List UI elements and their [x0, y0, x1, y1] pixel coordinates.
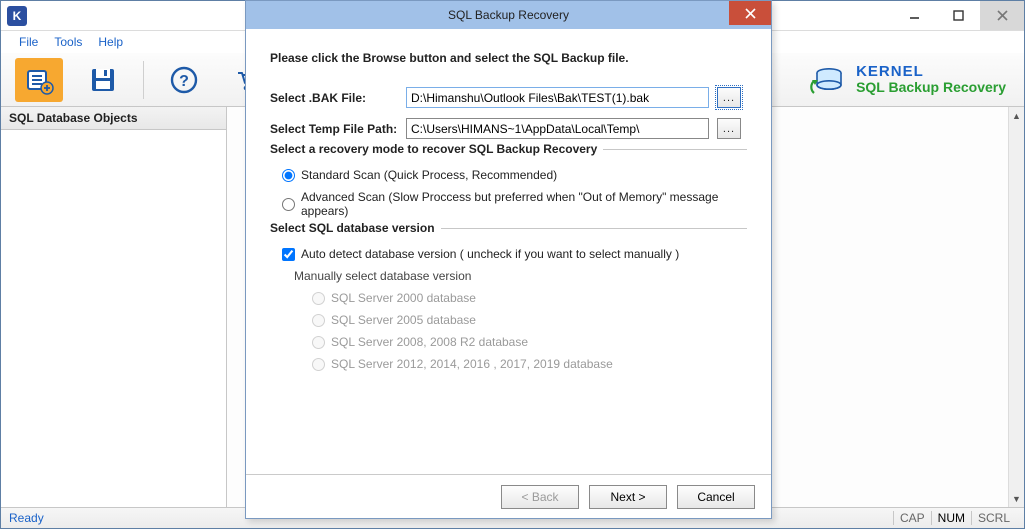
scroll-up-icon[interactable]: ▲ [1009, 107, 1025, 124]
temp-path-label: Select Temp File Path: [270, 122, 398, 136]
recovery-mode-legend: Select a recovery mode to recover SQL Ba… [270, 142, 603, 156]
sidebar-title: SQL Database Objects [1, 107, 226, 130]
auto-detect-label: Auto detect database version ( uncheck i… [301, 247, 679, 261]
vertical-scrollbar[interactable]: ▲ ▼ [1008, 107, 1024, 507]
standard-scan-option[interactable]: Standard Scan (Quick Process, Recommende… [282, 168, 747, 182]
backup-recovery-dialog: SQL Backup Recovery Please click the Bro… [245, 0, 772, 519]
db-version-legend: Select SQL database version [270, 221, 441, 235]
dialog-body: Please click the Browse button and selec… [246, 29, 771, 474]
status-ready: Ready [9, 511, 44, 525]
recovery-mode-group: Select a recovery mode to recover SQL Ba… [270, 149, 747, 218]
manual-select-heading: Manually select database version [294, 269, 747, 283]
maximize-button[interactable] [936, 1, 980, 30]
sql2005-radio [312, 314, 325, 327]
sql2008-option: SQL Server 2008, 2008 R2 database [312, 335, 747, 349]
dialog-titlebar: SQL Backup Recovery [246, 1, 771, 29]
dialog-title: SQL Backup Recovery [448, 8, 569, 22]
advanced-scan-option[interactable]: Advanced Scan (Slow Proccess but preferr… [282, 190, 747, 218]
sql2005-option: SQL Server 2005 database [312, 313, 747, 327]
brand: KERNEL SQL Backup Recovery [810, 63, 1006, 97]
bak-browse-button[interactable]: ... [717, 87, 741, 108]
advanced-scan-radio[interactable] [282, 198, 295, 211]
sql2005-label: SQL Server 2005 database [331, 313, 476, 327]
advanced-scan-label: Advanced Scan (Slow Proccess but preferr… [301, 190, 747, 218]
status-cap: CAP [893, 511, 931, 525]
back-button: < Back [501, 485, 579, 509]
dialog-close-button[interactable] [729, 1, 771, 25]
scroll-down-icon[interactable]: ▼ [1009, 490, 1025, 507]
open-backup-button[interactable] [15, 58, 63, 102]
cancel-button[interactable]: Cancel [677, 485, 755, 509]
app-icon: K [7, 6, 27, 26]
bak-file-label: Select .BAK File: [270, 91, 398, 105]
database-add-icon [23, 65, 55, 95]
standard-scan-radio[interactable] [282, 169, 295, 182]
sql2008-radio [312, 336, 325, 349]
menu-tools[interactable]: Tools [54, 35, 82, 49]
save-icon [88, 65, 118, 95]
bak-file-input[interactable] [406, 87, 709, 108]
svg-text:?: ? [179, 73, 189, 90]
sidebar: SQL Database Objects [1, 107, 227, 507]
status-num: NUM [931, 511, 971, 525]
brand-product: SQL Backup Recovery [856, 80, 1006, 95]
db-version-group: Select SQL database version Auto detect … [270, 228, 747, 371]
sql2000-radio [312, 292, 325, 305]
status-scrl: SCRL [971, 511, 1016, 525]
help-button[interactable]: ? [160, 58, 208, 102]
brand-name: KERNEL [856, 64, 1006, 80]
next-button[interactable]: Next > [589, 485, 667, 509]
close-icon [745, 8, 756, 19]
sql2012-radio [312, 358, 325, 371]
sql2008-label: SQL Server 2008, 2008 R2 database [331, 335, 528, 349]
sidebar-body [1, 130, 226, 507]
menu-help[interactable]: Help [98, 35, 123, 49]
brand-logo-icon [810, 63, 848, 97]
dialog-instruction: Please click the Browse button and selec… [270, 51, 747, 65]
toolbar-separator [143, 61, 144, 99]
standard-scan-label: Standard Scan (Quick Process, Recommende… [301, 168, 557, 182]
menu-file[interactable]: File [19, 35, 38, 49]
close-button[interactable] [980, 1, 1024, 30]
sql2012-label: SQL Server 2012, 2014, 2016 , 2017, 2019… [331, 357, 613, 371]
temp-browse-button[interactable]: ... [717, 118, 741, 139]
window-controls [892, 1, 1024, 30]
sql2000-label: SQL Server 2000 database [331, 291, 476, 305]
sql2000-option: SQL Server 2000 database [312, 291, 747, 305]
save-button[interactable] [79, 58, 127, 102]
minimize-button[interactable] [892, 1, 936, 30]
auto-detect-option[interactable]: Auto detect database version ( uncheck i… [282, 247, 747, 261]
dialog-footer: < Back Next > Cancel [246, 474, 771, 518]
temp-path-input[interactable] [406, 118, 709, 139]
help-icon: ? [169, 65, 199, 95]
auto-detect-checkbox[interactable] [282, 248, 295, 261]
sql2012-option: SQL Server 2012, 2014, 2016 , 2017, 2019… [312, 357, 747, 371]
